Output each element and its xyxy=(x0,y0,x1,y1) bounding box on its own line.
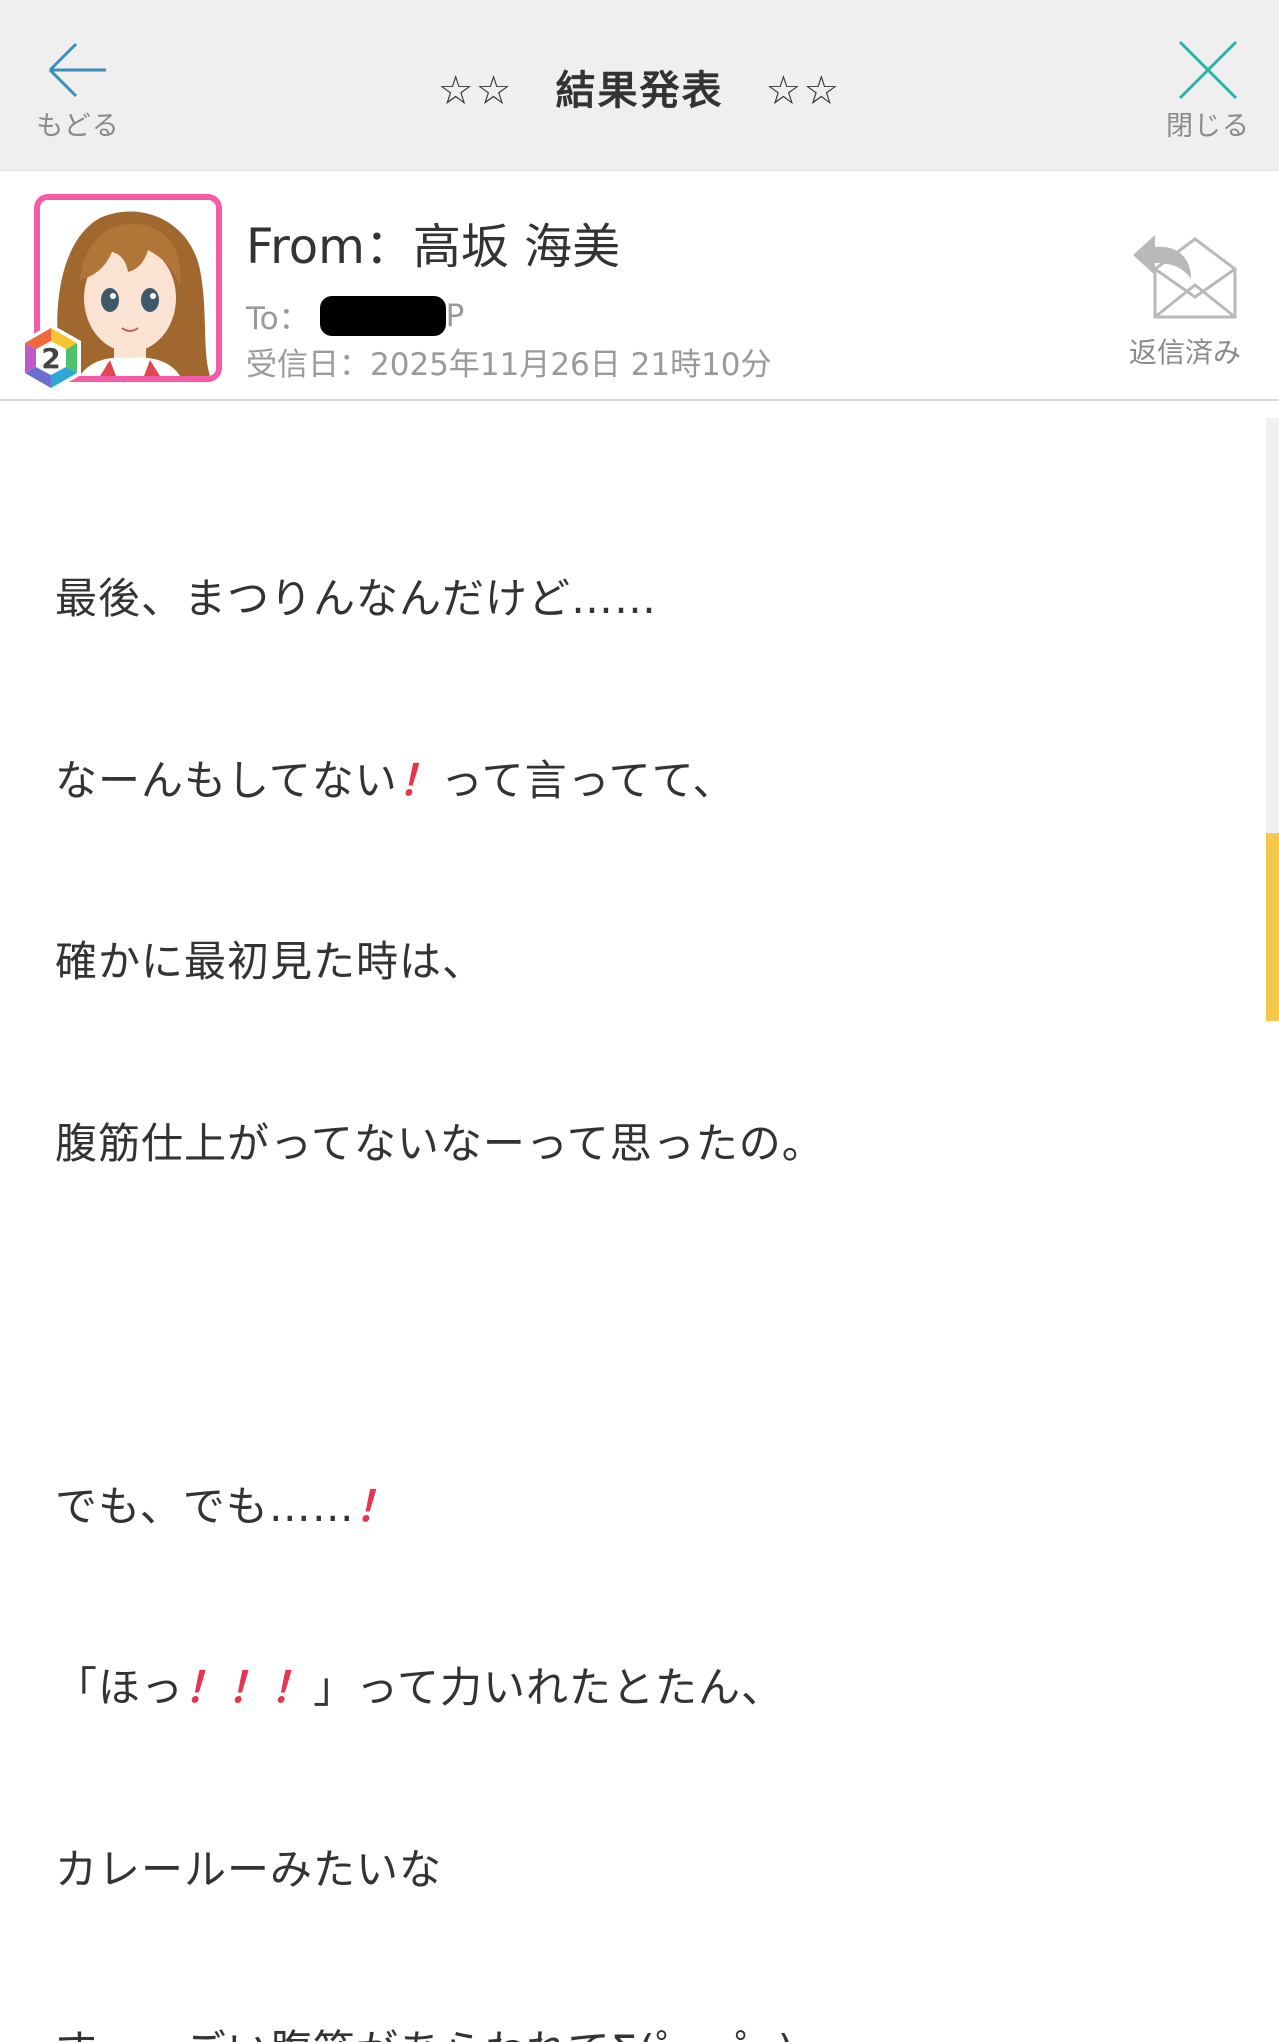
close-label: 閉じる xyxy=(1166,111,1250,142)
page-title: ☆☆ 結果発表 ☆☆ xyxy=(437,68,842,114)
exclamation-icon: ！ xyxy=(227,1663,271,1712)
message-line: 確かに最初見た時は、 xyxy=(55,937,486,986)
close-button[interactable]: 閉じる xyxy=(1148,30,1268,160)
recipient-prefix: To： xyxy=(246,301,310,337)
exclamation-icon: ！ xyxy=(397,755,441,805)
close-icon xyxy=(1178,40,1238,100)
scrollbar-thumb[interactable] xyxy=(1266,833,1279,1021)
exclamation-icon: ！ xyxy=(354,1481,398,1531)
exclamation-icon: ！ xyxy=(184,1663,228,1712)
redacted-name xyxy=(319,295,446,336)
received-date: 受信日：2025年11月26日 21時10分 xyxy=(246,347,772,383)
message-text: 最後、まつりんなんだけど…… なーんもしてない！って言ってて、 確かに最初見た時… xyxy=(55,448,825,2042)
rank-badge-icon: 2 xyxy=(21,324,81,392)
sender-name: From：高坂 海美 xyxy=(246,219,621,275)
message-header: 2 From：高坂 海美 To： P 受信日：2025年11月26日 21時10… xyxy=(0,171,1279,401)
message-line: なーんもしてない！って言ってて、 xyxy=(55,755,736,805)
reply-status[interactable]: 返信済み xyxy=(1110,229,1260,369)
exclamation-icon: ！ xyxy=(270,1663,314,1712)
recipient-line: To： P xyxy=(246,293,464,338)
message-line: 「ほっ！！！」って力いれたとたん、 xyxy=(55,1663,784,1712)
recipient-suffix: P xyxy=(445,297,465,334)
reply-status-label: 返信済み xyxy=(1128,336,1241,369)
replied-envelope-icon xyxy=(1133,235,1237,319)
message-line: でも、でも……！ xyxy=(55,1481,398,1531)
message-line: すーっごい腹筋があらわれてΣ(゜ω゜) xyxy=(55,2021,825,2042)
rank-badge: 2 xyxy=(14,321,88,395)
message-line: 腹筋仕上がってないなーって思ったの。 xyxy=(55,1118,825,1168)
badge-number: 2 xyxy=(41,342,60,375)
message-line: 最後、まつりんなんだけど…… xyxy=(55,574,658,623)
message-line: カレールーみたいな xyxy=(55,1844,443,1894)
top-bar: もどる ☆☆ 結果発表 ☆☆ 閉じる xyxy=(0,0,1279,171)
